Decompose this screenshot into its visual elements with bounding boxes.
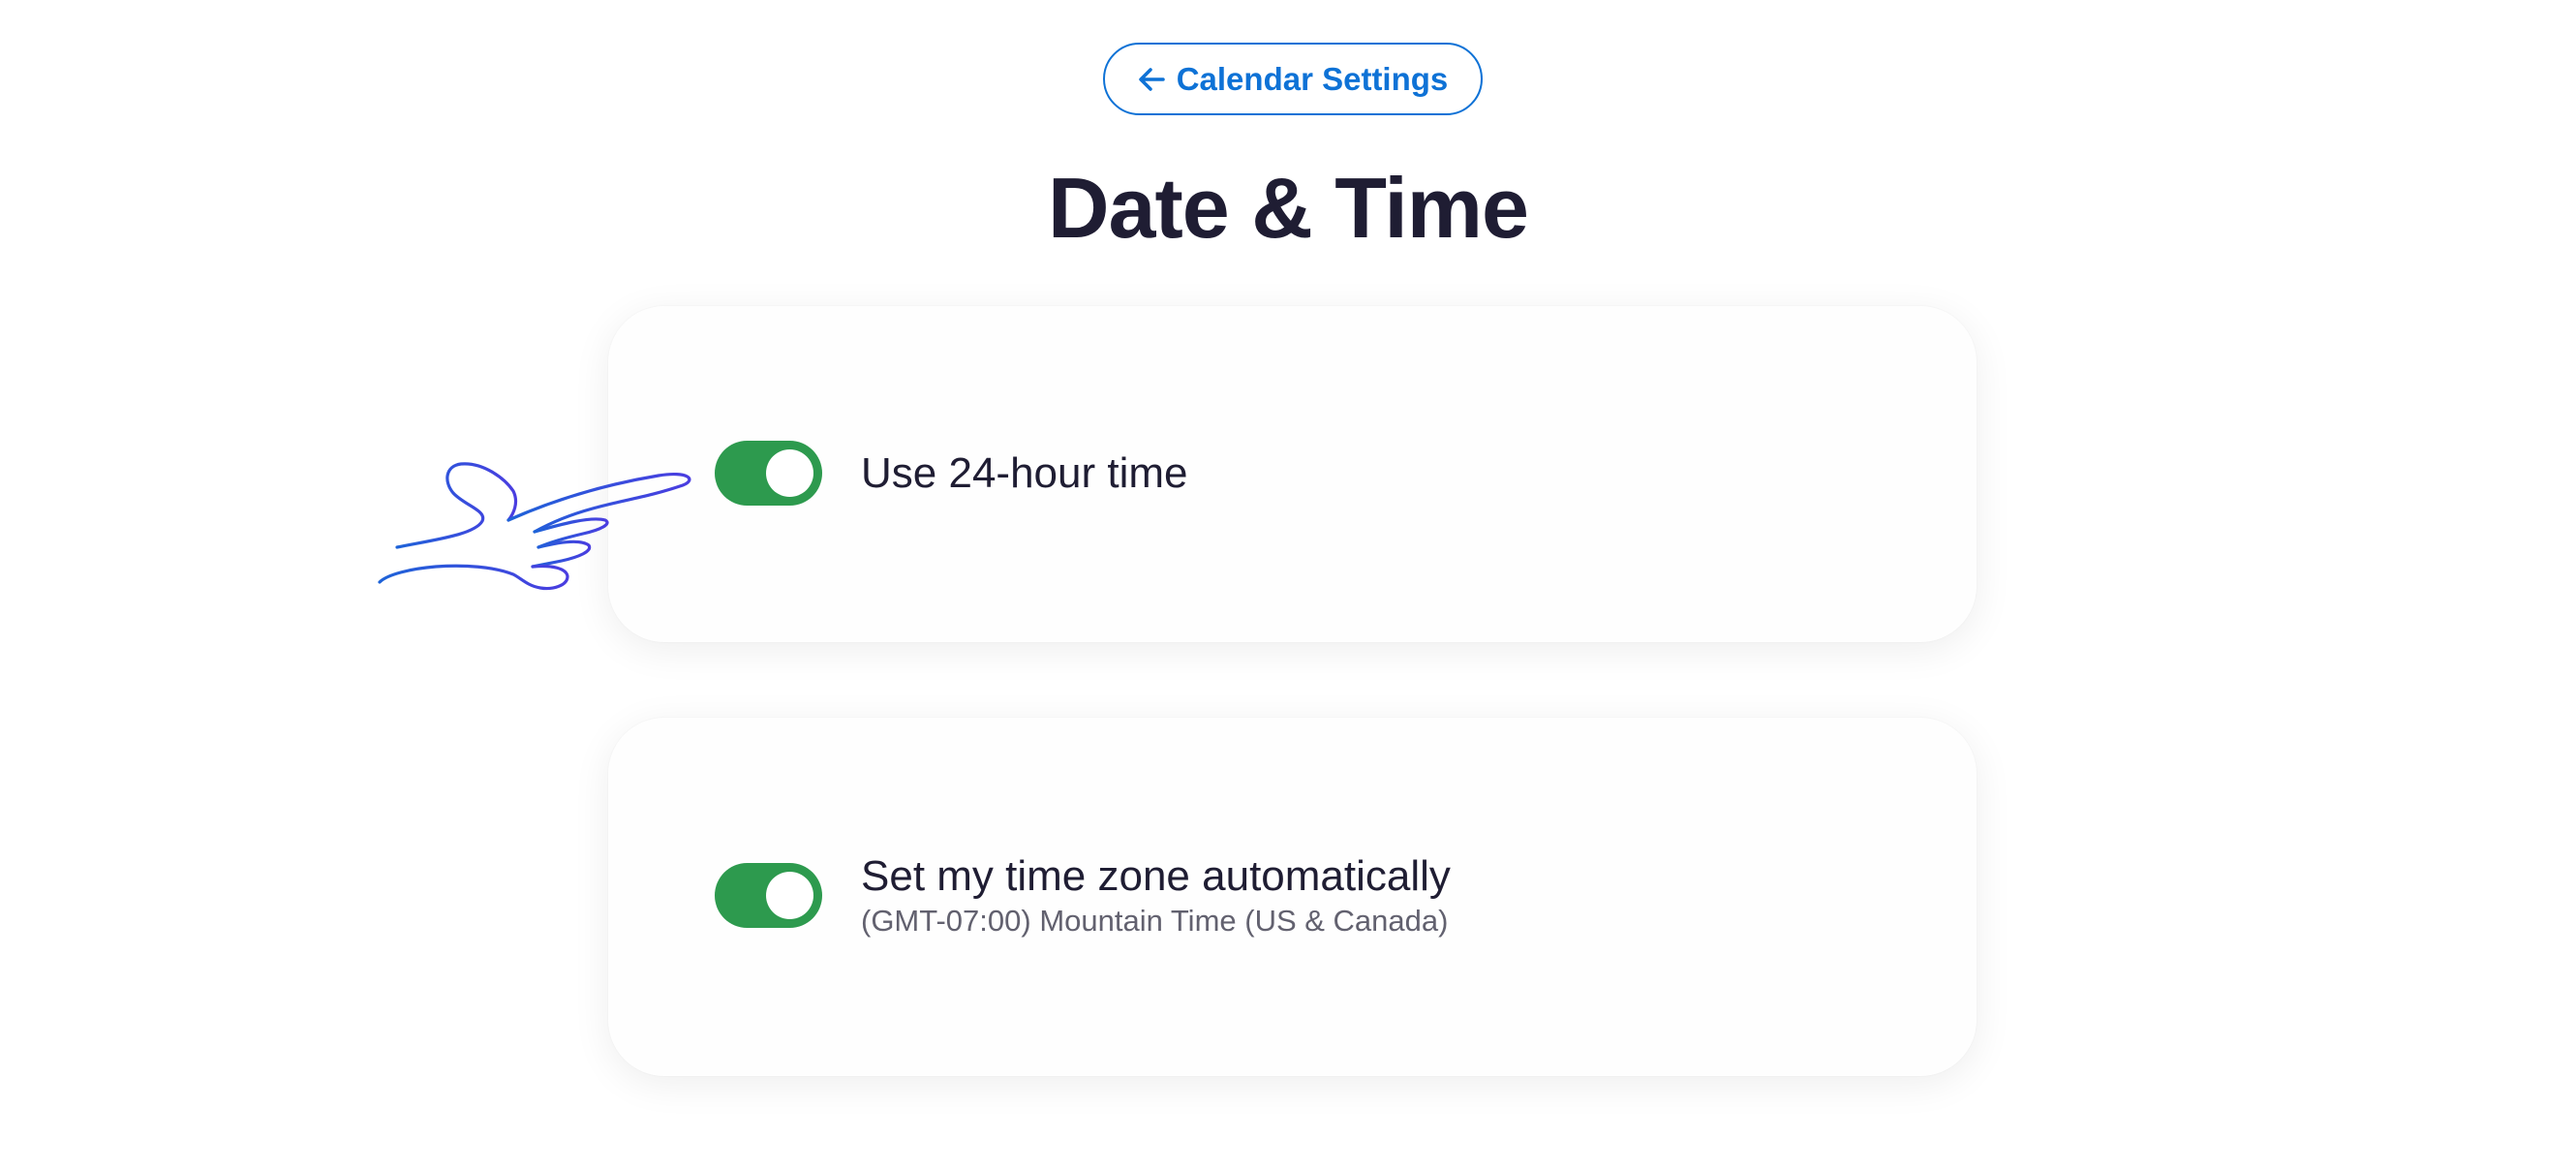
back-button-label: Calendar Settings: [1176, 60, 1449, 97]
setting-card-24-hour: Use 24-hour time: [608, 306, 1977, 642]
setting-text: Set my time zone automatically (GMT-07:0…: [861, 851, 1451, 939]
setting-label-time-zone: Set my time zone automatically: [861, 852, 1451, 900]
toggle-24-hour-time[interactable]: [715, 441, 822, 506]
back-to-calendar-settings-button[interactable]: Calendar Settings: [1103, 43, 1483, 115]
setting-card-time-zone: Set my time zone automatically (GMT-07:0…: [608, 718, 1977, 1076]
toggle-auto-time-zone[interactable]: [715, 862, 822, 928]
setting-row-time-zone: Set my time zone automatically (GMT-07:0…: [715, 851, 1451, 939]
arrow-left-icon: [1138, 67, 1165, 92]
setting-row-24-hour: Use 24-hour time: [715, 441, 1187, 506]
setting-text: Use 24-hour time: [861, 448, 1187, 499]
page: Calendar Settings Date & Time Use 24-hou…: [0, 0, 2576, 1171]
setting-sublabel-time-zone: (GMT-07:00) Mountain Time (US & Canada): [861, 904, 1449, 938]
setting-label-24-hour: Use 24-hour time: [861, 448, 1188, 497]
pointing-hand-icon: [378, 462, 691, 591]
toggle-knob: [766, 449, 813, 497]
page-title: Date & Time: [1048, 160, 1529, 256]
toggle-knob: [766, 871, 813, 919]
